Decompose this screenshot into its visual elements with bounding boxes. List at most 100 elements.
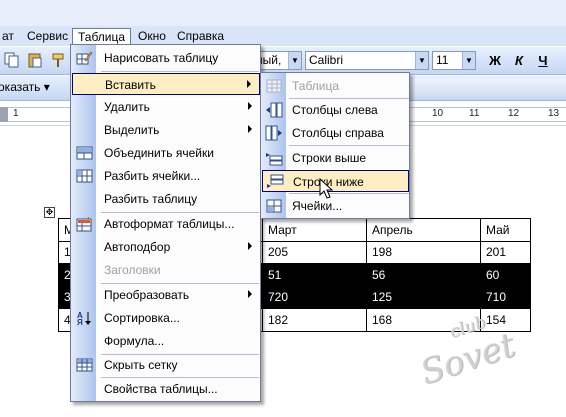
menu-item-label: Удалить — [104, 100, 150, 114]
menu-item-label: Свойства таблицы... — [104, 382, 218, 396]
submenu-item-label: Строки выше — [292, 151, 367, 165]
table-cell[interactable]: 125 — [366, 285, 481, 309]
menu-bar: ат Сервис Таблица Окно Справка — [0, 26, 566, 46]
columns-left-icon — [266, 102, 283, 118]
italic-button[interactable]: К — [509, 51, 529, 70]
font-size-value: 11 — [436, 53, 449, 67]
chevron-down-icon[interactable]: ▼ — [288, 52, 301, 69]
submenu-separator — [289, 193, 409, 194]
submenu-item-label: Ячейки... — [292, 199, 343, 213]
submenu-separator — [289, 145, 409, 146]
table-cell[interactable]: 60 — [480, 263, 531, 287]
font-combo-value: Calibri — [309, 53, 344, 67]
menu-select[interactable]: Выделить — [72, 119, 260, 141]
table-cell[interactable]: Апрель — [366, 218, 481, 242]
submenu-table: Таблица — [262, 75, 409, 97]
insert-submenu: Таблица Столбцы слева Столбцы справа Стр… — [260, 72, 410, 219]
submenu-rows-below[interactable]: Строки ниже — [262, 170, 409, 192]
bold-button[interactable]: Ж — [485, 51, 505, 70]
menu-item-label: Скрыть сетку — [104, 358, 178, 372]
window-top-strip — [0, 0, 566, 26]
menu-separator — [101, 71, 259, 72]
table-cell[interactable]: 198 — [366, 240, 481, 264]
submenu-rows-above[interactable]: Строки выше — [262, 147, 409, 169]
menu-sort[interactable]: А Я Сортировка... — [72, 307, 260, 329]
submenu-arrow-icon — [248, 290, 252, 298]
table-cell[interactable]: 56 — [366, 263, 481, 287]
submenu-cells[interactable]: Ячейки... — [262, 195, 409, 217]
table-menu: Нарисовать таблицу Вставить Удалить Выде… — [70, 44, 261, 402]
rows-above-icon — [266, 153, 283, 166]
show-button[interactable]: оказать ▾ — [0, 80, 50, 94]
menu-item-table[interactable]: Таблица — [72, 28, 132, 45]
merge-cells-icon — [76, 146, 93, 160]
menu-hide-gridlines[interactable]: Скрыть сетку — [72, 354, 260, 376]
menu-item-format[interactable]: ат — [0, 28, 19, 45]
menu-item-help[interactable]: Справка — [172, 28, 229, 45]
font-size-combo[interactable]: 11 ▼ — [432, 51, 476, 70]
submenu-arrow-icon — [248, 125, 252, 133]
menu-table-properties[interactable]: Свойства таблицы... — [72, 378, 260, 400]
submenu-arrow-icon — [248, 242, 252, 250]
submenu-columns-left[interactable]: Столбцы слева — [262, 99, 409, 121]
menu-draw-table[interactable]: Нарисовать таблицу — [72, 47, 260, 69]
menu-convert[interactable]: Преобразовать — [72, 284, 260, 306]
menu-item-label: Преобразовать — [104, 288, 190, 302]
table-cell[interactable]: 205 — [262, 240, 367, 264]
submenu-arrow-icon — [247, 80, 251, 88]
ruler-number: 13 — [548, 108, 560, 119]
menu-item-label: Сортировка... — [104, 311, 180, 325]
menu-delete[interactable]: Удалить — [72, 96, 260, 118]
menu-item-label: Заголовки — [104, 263, 161, 277]
table-cell[interactable]: 51 — [262, 263, 367, 287]
menu-merge-cells[interactable]: Объединить ячейки — [72, 142, 260, 164]
submenu-item-label: Столбцы справа — [292, 126, 384, 140]
ruler-number: 10 — [432, 108, 444, 119]
ruler-margin-left — [0, 107, 8, 122]
paste-icon[interactable] — [27, 52, 43, 68]
menu-item-window[interactable]: Окно — [133, 28, 171, 45]
submenu-item-label: Таблица — [292, 79, 340, 93]
split-cells-icon — [76, 169, 93, 183]
svg-text:Я: Я — [77, 318, 83, 326]
submenu-columns-right[interactable]: Столбцы справа — [262, 122, 409, 144]
menu-item-label: Нарисовать таблицу — [104, 51, 219, 65]
table-cell[interactable]: Май — [480, 218, 531, 242]
menu-formula[interactable]: Формула... — [72, 330, 260, 352]
autoformat-icon — [76, 216, 93, 232]
format-painter-icon[interactable] — [50, 52, 66, 68]
sort-az-icon: А Я — [77, 311, 91, 326]
menu-item-label: Разбить таблицу — [104, 192, 198, 206]
ruler-number: 1 — [13, 108, 19, 119]
menu-item-label: Вставить — [105, 78, 156, 92]
ruler-number: 12 — [508, 108, 520, 119]
table-cell[interactable]: 201 — [480, 240, 531, 264]
menu-item-label: Формула... — [104, 334, 165, 348]
grid-icon — [76, 358, 93, 372]
ruler-number: 11 — [469, 108, 480, 119]
menu-item-label: Выделить — [104, 123, 160, 137]
underline-button[interactable]: Ч — [533, 51, 553, 70]
chevron-down-icon[interactable]: ▼ — [462, 52, 475, 69]
menu-item-label: Разбить ячейки... — [104, 169, 201, 183]
menu-item-label: Автоподбор — [104, 240, 171, 254]
table-icon — [266, 79, 282, 93]
copy-icon[interactable] — [4, 52, 20, 68]
table-cell[interactable]: Март — [262, 218, 367, 242]
menu-table-autoformat[interactable]: Автоформат таблицы... — [72, 213, 260, 235]
menu-item-tools[interactable]: Сервис — [22, 28, 73, 45]
table-move-handle-icon[interactable]: ✥ — [44, 207, 55, 218]
menu-split-cells[interactable]: Разбить ячейки... — [72, 165, 260, 187]
menu-split-table[interactable]: Разбить таблицу — [72, 188, 260, 210]
submenu-arrow-icon — [248, 102, 252, 110]
menu-item-label: Объединить ячейки — [104, 146, 214, 160]
menu-insert[interactable]: Вставить — [72, 73, 260, 95]
table-cell[interactable]: 182 — [262, 308, 367, 332]
rows-below-icon — [267, 174, 284, 188]
menu-autofit[interactable]: Автоподбор — [72, 236, 260, 258]
table-cell[interactable]: 720 — [262, 285, 367, 309]
mouse-cursor-icon — [319, 178, 334, 199]
chevron-down-icon[interactable]: ▼ — [415, 52, 428, 69]
pencil-table-icon — [76, 51, 93, 65]
font-combo[interactable]: Calibri ▼ — [305, 51, 429, 70]
